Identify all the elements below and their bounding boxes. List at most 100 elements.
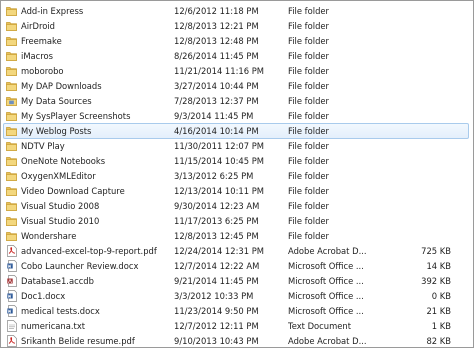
file-name: Add-in Express: [21, 6, 84, 16]
file-type: Microsoft Office ...: [288, 291, 364, 301]
file-name: Doc1.docx: [21, 291, 66, 301]
file-date-modified: 12/7/2012 12:11 PM: [174, 321, 259, 331]
file-row[interactable]: My Weblog Posts 4/16/2014 10:14 PM File fo…: [3, 123, 469, 139]
file-date-modified: 9/30/2014 12:23 AM: [174, 201, 260, 211]
file-name: Visual Studio 2008: [21, 201, 100, 211]
file-row[interactable]: OneNote Notebooks 11/15/2014 10:45 PM File…: [3, 153, 469, 169]
file-name: OxygenXMLEditor: [21, 171, 96, 181]
file-name: Video Download Capture: [21, 186, 125, 196]
file-date-modified: 9/10/2013 10:43 PM: [174, 336, 259, 346]
text-file-icon: [6, 320, 17, 332]
folder-icon: [6, 140, 17, 152]
file-date-modified: 12/7/2014 12:22 AM: [174, 261, 260, 271]
file-size: 0 KB: [431, 291, 451, 301]
file-row[interactable]: My DAP Downloads 3/27/2014 10:44 PM File f…: [3, 78, 469, 94]
file-date-modified: 12/13/2014 10:11 PM: [174, 186, 265, 196]
file-date-modified: 12/6/2012 11:18 PM: [174, 6, 259, 16]
file-name: Database1.accdb: [21, 276, 94, 286]
file-row[interactable]: AirDroid 12/8/2013 12:21 PM File folder: [3, 18, 469, 34]
word-doc-icon: [6, 305, 17, 317]
file-type: File folder: [288, 51, 329, 61]
file-row[interactable]: numericana.txt 12/7/2012 12:11 PM Text Doc…: [3, 318, 469, 334]
file-row[interactable]: Doc1.docx 3/3/2012 10:33 PM Microsoft Offi…: [3, 288, 469, 304]
file-row[interactable]: Srikanth Belide resume.pdf 9/10/2013 10:4…: [3, 333, 469, 347]
file-date-modified: 3/13/2012 6:25 PM: [174, 171, 254, 181]
folder-icon: [6, 230, 17, 242]
file-name: Cobo Launcher Review.docx: [21, 261, 139, 271]
file-date-modified: 11/23/2014 9:50 PM: [174, 306, 259, 316]
file-name: Freemake: [21, 36, 62, 46]
file-type: Adobe Acrobat D...: [288, 246, 367, 256]
file-size: 392 KB: [421, 276, 451, 286]
file-row[interactable]: Visual Studio 2008 9/30/2014 12:23 AM File…: [3, 198, 469, 214]
folder-icon: [6, 200, 17, 212]
file-size: 1 KB: [431, 321, 451, 331]
file-size: 82 KB: [426, 336, 451, 346]
file-row[interactable]: moborobo 11/21/2014 11:16 PM File folder: [3, 63, 469, 79]
file-date-modified: 9/3/2014 11:45 PM: [174, 111, 254, 121]
file-type: Adobe Acrobat D...: [288, 336, 367, 346]
file-row[interactable]: My Data Sources 7/28/2013 12:37 PM File fo…: [3, 93, 469, 109]
file-date-modified: 12/8/2013 12:21 PM: [174, 21, 259, 31]
file-type: File folder: [288, 186, 329, 196]
file-row[interactable]: medical tests.docx 11/23/2014 9:50 PM Micr…: [3, 303, 469, 319]
file-type: Microsoft Office ...: [288, 276, 364, 286]
file-date-modified: 11/17/2013 6:25 PM: [174, 216, 259, 226]
file-type: File folder: [288, 141, 329, 151]
file-row[interactable]: Freemake 12/8/2013 12:48 PM File folder: [3, 33, 469, 49]
file-row[interactable]: NDTV Play 11/30/2011 12:07 PM File folder: [3, 138, 469, 154]
file-name: Srikanth Belide resume.pdf: [21, 336, 135, 346]
file-type: File folder: [288, 111, 329, 121]
file-name: My Weblog Posts: [21, 126, 92, 136]
file-type: File folder: [288, 66, 329, 76]
file-date-modified: 11/21/2014 11:16 PM: [174, 66, 265, 76]
file-name: OneNote Notebooks: [21, 156, 106, 166]
file-row[interactable]: advanced-excel-top-9-report.pdf 12/24/201…: [3, 243, 469, 259]
file-date-modified: 4/16/2014 10:14 PM: [174, 126, 259, 136]
folder-icon: [6, 20, 17, 32]
file-row[interactable]: iMacros 8/26/2014 11:45 PM File folder: [3, 48, 469, 64]
file-row[interactable]: Wondershare 12/8/2013 12:45 PM File folder: [3, 228, 469, 244]
folder-icon: [6, 5, 17, 17]
file-row[interactable]: Database1.accdb 9/21/2014 11:45 PM Microso…: [3, 273, 469, 289]
file-size: 14 KB: [426, 261, 451, 271]
pdf-icon: [6, 335, 17, 347]
pdf-icon: [6, 245, 17, 257]
word-doc-icon: [6, 290, 17, 302]
word-doc-icon: [6, 260, 17, 272]
file-name: My DAP Downloads: [21, 81, 102, 91]
special-folder-icon: [6, 95, 17, 107]
file-name: medical tests.docx: [21, 306, 100, 316]
file-date-modified: 12/8/2013 12:45 PM: [174, 231, 259, 241]
file-date-modified: 3/3/2012 10:33 PM: [174, 291, 254, 301]
file-date-modified: 12/8/2013 12:48 PM: [174, 36, 259, 46]
file-date-modified: 3/27/2014 10:44 PM: [174, 81, 259, 91]
file-row[interactable]: OxygenXMLEditor 3/13/2012 6:25 PM File fol…: [3, 168, 469, 184]
folder-icon: [6, 215, 17, 227]
file-date-modified: 7/28/2013 12:37 PM: [174, 96, 259, 106]
file-row[interactable]: Add-in Express 12/6/2012 11:18 PM File fol…: [3, 3, 469, 19]
file-type: File folder: [288, 201, 329, 211]
file-type: File folder: [288, 231, 329, 241]
folder-icon: [6, 35, 17, 47]
file-type: Text Document: [288, 321, 351, 331]
folder-icon: [6, 185, 17, 197]
file-row[interactable]: Cobo Launcher Review.docx 12/7/2014 12:22…: [3, 258, 469, 274]
file-name: moborobo: [21, 66, 64, 76]
file-type: File folder: [288, 156, 329, 166]
folder-icon: [6, 110, 17, 122]
file-name: Wondershare: [21, 231, 77, 241]
file-type: File folder: [288, 21, 329, 31]
file-name: numericana.txt: [21, 321, 86, 331]
file-row[interactable]: My SysPlayer Screenshots 9/3/2014 11:45 P…: [3, 108, 469, 124]
file-type: File folder: [288, 96, 329, 106]
file-row[interactable]: Video Download Capture 12/13/2014 10:11 P…: [3, 183, 469, 199]
file-type: File folder: [288, 126, 329, 136]
file-date-modified: 11/15/2014 10:45 PM: [174, 156, 265, 166]
file-name: NDTV Play: [21, 141, 65, 151]
file-name: iMacros: [21, 51, 54, 61]
file-date-modified: 12/24/2014 12:31 PM: [174, 246, 265, 256]
file-type: Microsoft Office ...: [288, 306, 364, 316]
file-row[interactable]: Visual Studio 2010 11/17/2013 6:25 PM File…: [3, 213, 469, 229]
folder-icon: [6, 65, 17, 77]
